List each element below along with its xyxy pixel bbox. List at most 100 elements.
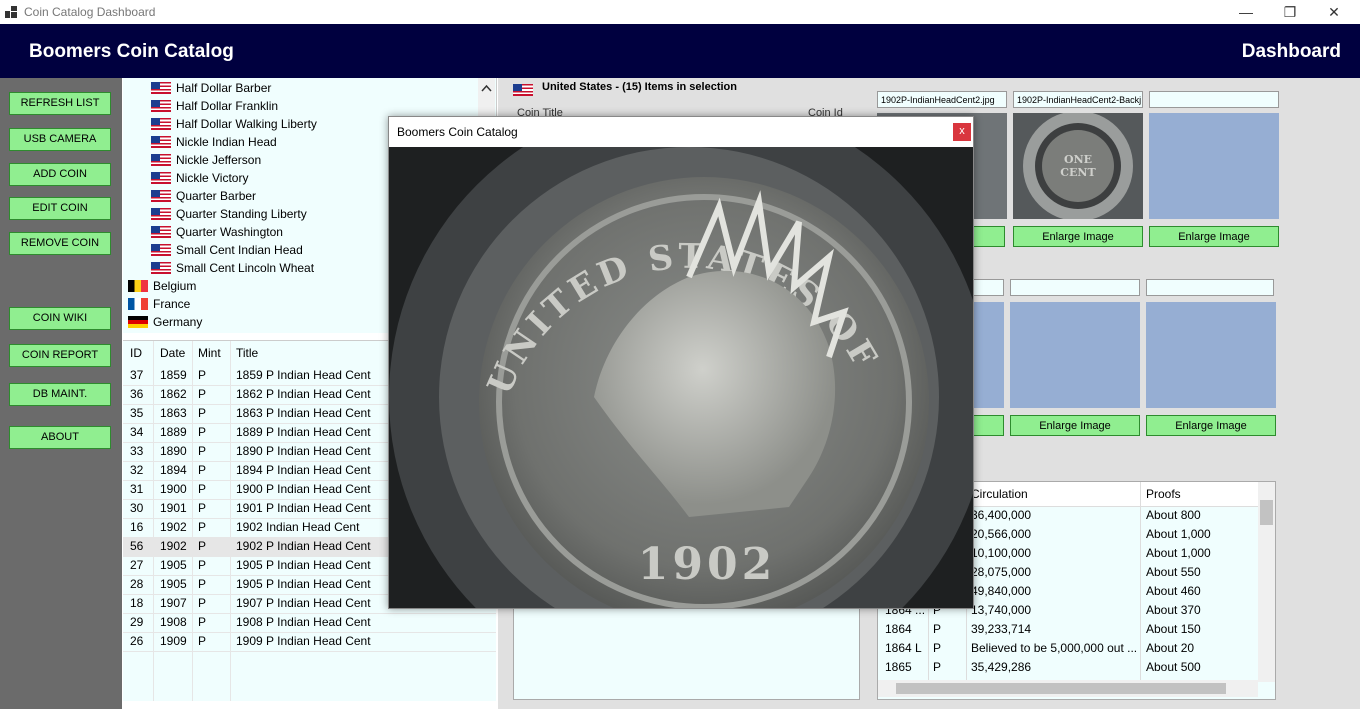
mintage-row[interactable]: 1864 P 39,233,714 About 150 — [878, 620, 1258, 639]
cell-mint: P — [198, 577, 207, 591]
tree-item[interactable]: Quarter Washington — [151, 223, 283, 241]
cell-title: 1862 P Indian Head Cent — [236, 387, 371, 401]
refresh-list-button[interactable]: REFRESH LIST — [9, 92, 111, 115]
edit-coin-button[interactable]: EDIT COIN — [9, 197, 111, 220]
image-filename-field[interactable]: 1902P-IndianHeadCent2.jpg — [877, 91, 1007, 108]
dialog-close-button[interactable]: x — [953, 123, 971, 141]
tree-item[interactable]: Half Dollar Barber — [151, 79, 271, 97]
minimize-button[interactable]: — — [1223, 0, 1269, 24]
cell-date: 1905 — [160, 558, 187, 572]
coin-back-thumbnail[interactable]: ONE CENT — [1013, 111, 1143, 221]
cell-title: 1905 P Indian Head Cent — [236, 577, 371, 591]
col-header-id[interactable]: ID — [130, 346, 142, 360]
cell-date: 1908 — [160, 615, 187, 629]
add-coin-button[interactable]: ADD COIN — [9, 163, 111, 186]
tree-item[interactable]: Half Dollar Franklin — [151, 97, 278, 115]
scroll-thumb[interactable] — [1260, 500, 1273, 525]
belgium-flag-icon — [128, 280, 148, 292]
col-header-title[interactable]: Title — [236, 346, 258, 360]
tree-item[interactable]: Quarter Barber — [151, 187, 256, 205]
mintage-row[interactable]: 1864 L P Believed to be 5,000,000 out ... A… — [878, 639, 1258, 658]
selection-count: United States - (15) Items in selection — [542, 81, 737, 93]
cell-id: 36 — [130, 387, 144, 401]
cell-year: 1864 — [885, 622, 912, 636]
tree-item[interactable]: Small Cent Indian Head — [151, 241, 303, 259]
coin-list-row[interactable]: 26 1909 P 1909 P Indian Head Cent — [123, 632, 496, 652]
close-window-button[interactable]: ✕ — [1311, 0, 1357, 24]
scroll-up-icon[interactable] — [478, 80, 495, 97]
image-slot-empty[interactable] — [1149, 113, 1279, 219]
app-icon — [5, 6, 17, 18]
cell-circ: 20,566,000 — [971, 527, 1032, 541]
restore-button[interactable]: ❐ — [1267, 0, 1313, 24]
mintage-row[interactable]: 1865 P 35,429,286 About 500 — [878, 658, 1258, 677]
image-filename-field[interactable] — [1146, 279, 1274, 296]
cell-date: 1902 — [160, 539, 187, 553]
cell-id: 16 — [130, 520, 144, 534]
image-slot-empty[interactable] — [1010, 302, 1140, 408]
sidebar: REFRESH LIST USB CAMERA ADD COIN EDIT CO… — [0, 78, 122, 709]
cell-id: 18 — [130, 596, 144, 610]
tree-item[interactable]: Quarter Standing Liberty — [151, 205, 307, 223]
col-header-proofs[interactable]: Proofs — [1146, 487, 1181, 501]
image-slot-empty[interactable] — [1146, 302, 1276, 408]
app-header: Boomers Coin Catalog Dashboard — [0, 24, 1360, 78]
image-filename-field[interactable] — [1010, 279, 1140, 296]
enlarge-image-dialog: Boomers Coin Catalog x UNITED STATES OF … — [388, 116, 974, 609]
cell-id: 27 — [130, 558, 144, 572]
us-flag-icon — [151, 118, 171, 130]
mintage-vscrollbar[interactable] — [1258, 482, 1275, 682]
us-flag-icon — [151, 82, 171, 94]
cell-id: 29 — [130, 615, 144, 629]
cell-title: 1894 P Indian Head Cent — [236, 463, 371, 477]
col-header-mint[interactable]: Mint — [198, 346, 221, 360]
cell-circ: 10,100,000 — [971, 546, 1032, 560]
image-filename-field[interactable]: 1902P-IndianHeadCent2-Backj — [1013, 91, 1143, 108]
coin-wiki-button[interactable]: COIN WIKI — [9, 307, 111, 330]
image-filename-field[interactable] — [1149, 91, 1279, 108]
cell-mint: P — [198, 482, 207, 496]
enlarge-image-button[interactable]: Enlarge Image — [1010, 415, 1140, 436]
tree-item[interactable]: Small Cent Lincoln Wheat — [151, 259, 314, 277]
cell-title: 1901 P Indian Head Cent — [236, 501, 371, 515]
remove-coin-button[interactable]: REMOVE COIN — [9, 232, 111, 255]
window-title: Coin Catalog Dashboard — [24, 5, 156, 19]
usb-camera-button[interactable]: USB CAMERA — [9, 128, 111, 151]
about-button[interactable]: ABOUT — [9, 426, 111, 449]
cell-mint: P — [198, 539, 207, 553]
cell-title: 1902 Indian Head Cent — [236, 520, 360, 534]
cell-id: 32 — [130, 463, 144, 477]
svg-text:ONE: ONE — [1064, 153, 1092, 166]
mintage-hscrollbar[interactable] — [878, 680, 1258, 697]
col-header-circulation[interactable]: Circulation — [971, 487, 1028, 501]
coin-obverse-image: UNITED STATES OF AMERICA 1902 — [389, 147, 973, 608]
cell-year: 1864 L — [885, 641, 922, 655]
db-maint-button[interactable]: DB MAINT. — [9, 383, 111, 406]
enlarge-image-button[interactable]: Enlarge Image — [1013, 226, 1143, 247]
cell-mint: P — [198, 463, 207, 477]
cell-circ: 39,233,714 — [971, 622, 1032, 636]
cell-id: 35 — [130, 406, 144, 420]
tree-item[interactable]: Nickle Jefferson — [151, 151, 261, 169]
cell-id: 34 — [130, 425, 144, 439]
coin-detail-box — [513, 606, 860, 700]
coin-report-button[interactable]: COIN REPORT — [9, 344, 111, 367]
tree-item[interactable]: Nickle Victory — [151, 169, 248, 187]
enlarge-image-button[interactable]: Enlarge Image — [1146, 415, 1276, 436]
cell-mint: P — [198, 425, 207, 439]
tree-item[interactable]: Nickle Indian Head — [151, 133, 277, 151]
scroll-thumb[interactable] — [896, 683, 1226, 694]
cell-title: 1863 P Indian Head Cent — [236, 406, 371, 420]
col-header-date[interactable]: Date — [160, 346, 185, 360]
cell-year: 1865 — [885, 660, 912, 674]
cell-title: 1908 P Indian Head Cent — [236, 615, 371, 629]
tree-item[interactable]: Half Dollar Walking Liberty — [151, 115, 317, 133]
cell-id: 28 — [130, 577, 144, 591]
enlarge-image-button[interactable]: Enlarge Image — [1149, 226, 1279, 247]
cell-title: 1907 P Indian Head Cent — [236, 596, 371, 610]
coin-list-row[interactable]: 29 1908 P 1908 P Indian Head Cent — [123, 613, 496, 633]
france-flag-icon — [128, 298, 148, 310]
tree-item-country[interactable]: France — [128, 295, 190, 313]
tree-item-country[interactable]: Belgium — [128, 277, 196, 295]
tree-item-country[interactable]: Germany — [128, 313, 202, 331]
